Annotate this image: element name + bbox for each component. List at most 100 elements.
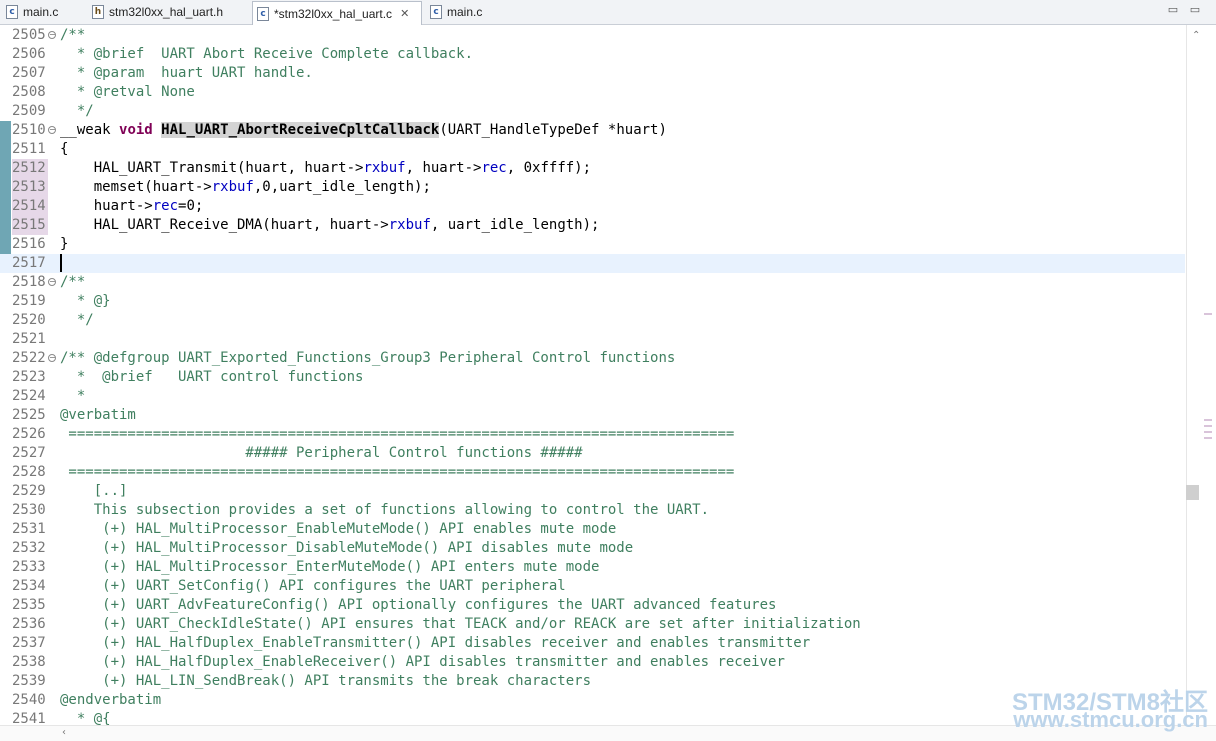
code-text[interactable]: __weak void HAL_UART_AbortReceiveCpltCal…: [60, 122, 667, 138]
code-line[interactable]: 2525 @verbatim: [0, 406, 1185, 425]
code-line[interactable]: 2511 {: [0, 140, 1185, 159]
overview-marker[interactable]: [1204, 431, 1212, 433]
code-text[interactable]: {: [60, 141, 68, 157]
line-number: 2537: [12, 635, 46, 651]
code-line[interactable]: 2521: [0, 330, 1185, 349]
code-text[interactable]: [..]: [60, 483, 128, 499]
code-line[interactable]: 2516}: [0, 235, 1185, 254]
code-line[interactable]: 2541 * @{: [0, 710, 1185, 725]
code-text[interactable]: (+) HAL_MultiProcessor_EnterMuteMode() A…: [60, 559, 599, 575]
code-text[interactable]: */: [60, 103, 94, 119]
maximize-icon[interactable]: ▭: [1189, 4, 1201, 16]
code-text[interactable]: ##### Peripheral Control functions #####: [60, 445, 582, 461]
code-line[interactable]: 2514 huart->rec=0;: [0, 197, 1185, 216]
code-text[interactable]: (+) UART_CheckIdleState() API ensures th…: [60, 616, 861, 632]
scroll-left-icon[interactable]: ‹: [62, 727, 66, 738]
code-line[interactable]: 2528 ===================================…: [0, 463, 1185, 482]
code-line[interactable]: 2535 (+) UART_AdvFeatureConfig() API opt…: [0, 596, 1185, 615]
code-text[interactable]: huart->rec=0;: [60, 198, 204, 214]
overview-marker[interactable]: [1204, 313, 1212, 315]
code-line[interactable]: 2529 [..]: [0, 482, 1185, 501]
code-line[interactable]: 2510− __weak void HAL_UART_AbortReceiveCp…: [0, 121, 1185, 140]
fold-toggle-icon[interactable]: −: [48, 278, 56, 286]
fold-toggle-icon[interactable]: −: [48, 354, 56, 362]
tab-main-c-2[interactable]: c main.c: [426, 1, 504, 23]
code-text[interactable]: *: [60, 388, 85, 404]
code-line[interactable]: 2519 * @}: [0, 292, 1185, 311]
code-text[interactable]: (+) HAL_HalfDuplex_EnableTransmitter() A…: [60, 635, 810, 651]
code-text[interactable]: /** @defgroup UART_Exported_Functions_Gr…: [60, 350, 675, 366]
code-line[interactable]: 2508 * @retval None: [0, 83, 1185, 102]
code-text[interactable]: * @param huart UART handle.: [60, 65, 313, 81]
code-text[interactable]: * @}: [60, 293, 111, 309]
line-number: 2533: [12, 559, 46, 575]
code-text[interactable]: memset(huart->rxbuf,0,uart_idle_length);: [60, 179, 431, 195]
code-line[interactable]: 2522−/** @defgroup UART_Exported_Functio…: [0, 349, 1185, 368]
c-file-icon: c: [257, 6, 269, 21]
code-line[interactable]: 2512 HAL_UART_Transmit(huart, huart->rxb…: [0, 159, 1185, 178]
code-line[interactable]: 2539 (+) HAL_LIN_SendBreak() API transmi…: [0, 672, 1185, 691]
fold-toggle-icon[interactable]: −: [48, 31, 56, 39]
code-line[interactable]: 2538 (+) HAL_HalfDuplex_EnableReceiver()…: [0, 653, 1185, 672]
code-text[interactable]: (+) HAL_LIN_SendBreak() API transmits th…: [60, 673, 591, 689]
code-text[interactable]: HAL_UART_Transmit(huart, huart->rxbuf, h…: [60, 160, 591, 176]
vertical-scrollbar[interactable]: [1186, 25, 1216, 725]
overview-marker[interactable]: [1204, 419, 1212, 421]
code-text[interactable]: (+) HAL_HalfDuplex_EnableReceiver() API …: [60, 654, 785, 670]
code-text[interactable]: @endverbatim: [60, 692, 161, 708]
overview-marker[interactable]: [1204, 425, 1212, 427]
scroll-up-icon[interactable]: ⌃: [1192, 30, 1200, 41]
code-line[interactable]: 2506 * @brief UART Abort Receive Complet…: [0, 45, 1185, 64]
code-text[interactable]: * @brief UART control functions: [60, 369, 364, 385]
line-number: 2530: [12, 502, 46, 518]
code-line[interactable]: 2533 (+) HAL_MultiProcessor_EnterMuteMod…: [0, 558, 1185, 577]
scrollbar-thumb[interactable]: [1186, 485, 1199, 500]
minimize-icon[interactable]: ▭: [1167, 4, 1179, 16]
code-text[interactable]: ========================================…: [60, 426, 734, 442]
code-line[interactable]: 2540 @endverbatim: [0, 691, 1185, 710]
code-text[interactable]: This subsection provides a set of functi…: [60, 502, 709, 518]
code-editor[interactable]: 2505−/** 2506 * @brief UART Abort Receive…: [0, 25, 1185, 725]
code-text[interactable]: (+) UART_SetConfig() API configures the …: [60, 578, 566, 594]
code-line[interactable]: 2526 ===================================…: [0, 425, 1185, 444]
code-line[interactable]: 2515 HAL_UART_Receive_DMA(huart, huart->…: [0, 216, 1185, 235]
close-tab-icon[interactable]: ✕: [400, 7, 409, 20]
code-line[interactable]: 2527 ##### Peripheral Control functions …: [0, 444, 1185, 463]
code-text[interactable]: ========================================…: [60, 464, 734, 480]
code-text[interactable]: (+) UART_AdvFeatureConfig() API optional…: [60, 597, 776, 613]
tab-main-c-1[interactable]: c main.c: [2, 1, 80, 23]
code-line[interactable]: 2513 memset(huart->rxbuf,0,uart_idle_len…: [0, 178, 1185, 197]
code-text[interactable]: */: [60, 312, 94, 328]
code-text[interactable]: /**: [60, 274, 85, 290]
overview-marker[interactable]: [1204, 437, 1212, 439]
code-line[interactable]: 2507 * @param huart UART handle.: [0, 64, 1185, 83]
code-line[interactable]: 2509 */: [0, 102, 1185, 121]
code-text[interactable]: (+) HAL_MultiProcessor_EnableMuteMode() …: [60, 521, 616, 537]
code-line[interactable]: 2537 (+) HAL_HalfDuplex_EnableTransmitte…: [0, 634, 1185, 653]
code-text[interactable]: HAL_UART_Receive_DMA(huart, huart->rxbuf…: [60, 217, 600, 233]
code-line[interactable]: 2530 This subsection provides a set of f…: [0, 501, 1185, 520]
code-text[interactable]: [60, 254, 62, 272]
line-number: 2528: [12, 464, 46, 480]
code-line[interactable]: 2532 (+) HAL_MultiProcessor_DisableMuteM…: [0, 539, 1185, 558]
code-line[interactable]: 2534 (+) UART_SetConfig() API configures…: [0, 577, 1185, 596]
code-text[interactable]: }: [60, 236, 68, 252]
code-line[interactable]: 2518−/**: [0, 273, 1185, 292]
code-line[interactable]: 2536 (+) UART_CheckIdleState() API ensur…: [0, 615, 1185, 634]
code-text[interactable]: (+) HAL_MultiProcessor_DisableMuteMode()…: [60, 540, 633, 556]
code-line[interactable]: 2505−/**: [0, 26, 1185, 45]
code-line[interactable]: 2531 (+) HAL_MultiProcessor_EnableMuteMo…: [0, 520, 1185, 539]
code-text[interactable]: @verbatim: [60, 407, 136, 423]
code-text[interactable]: * @{: [60, 711, 111, 725]
code-text[interactable]: * @retval None: [60, 84, 195, 100]
code-text[interactable]: * @brief UART Abort Receive Complete cal…: [60, 46, 473, 62]
code-line[interactable]: 2520 */: [0, 311, 1185, 330]
code-text[interactable]: /**: [60, 27, 85, 43]
code-line[interactable]: 2517: [0, 254, 1185, 273]
tab-stm32l0xx-hal-uart-h[interactable]: h stm32l0xx_hal_uart.h: [88, 1, 248, 23]
tab-stm32l0xx-hal-uart-c[interactable]: c *stm32l0xx_hal_uart.c ✕: [252, 1, 422, 25]
code-line[interactable]: 2523 * @brief UART control functions: [0, 368, 1185, 387]
fold-toggle-icon[interactable]: −: [48, 126, 56, 134]
code-line[interactable]: 2524 *: [0, 387, 1185, 406]
tab-label: main.c: [23, 5, 59, 19]
